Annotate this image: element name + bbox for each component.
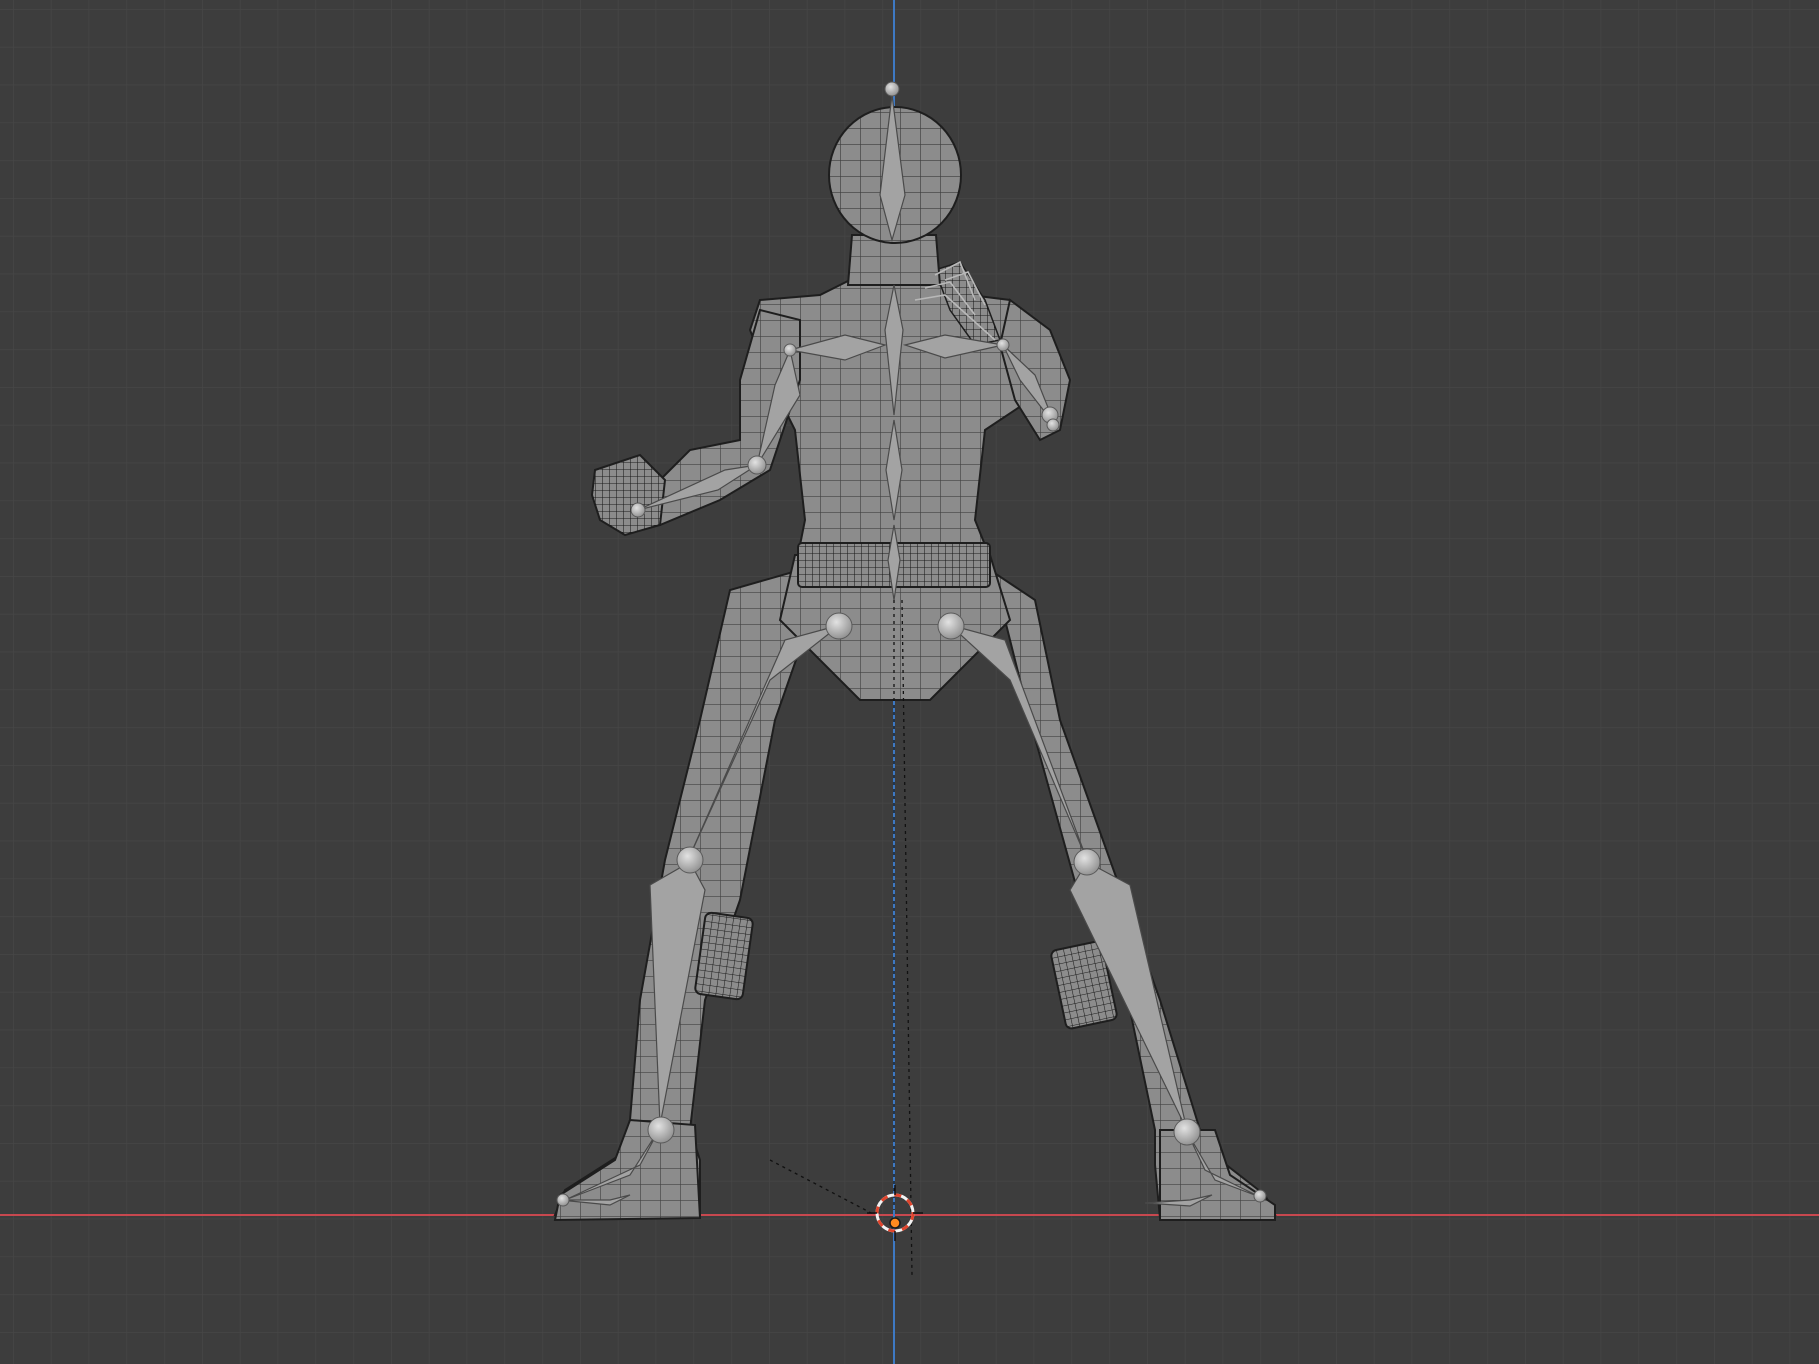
joint-head-tip[interactable]: [884, 81, 900, 97]
origin-dot-icon: [889, 1217, 901, 1229]
joint-shoulder-right[interactable]: [996, 338, 1010, 352]
joint-hip-right[interactable]: [937, 612, 965, 640]
joint-toe-right[interactable]: [1253, 1189, 1267, 1203]
joint-wrist-right[interactable]: [1046, 418, 1060, 432]
joint-elbow-left[interactable]: [747, 455, 767, 475]
joint-wrist-left[interactable]: [630, 502, 646, 518]
3d-viewport[interactable]: [0, 0, 1819, 1364]
joint-ankle-left[interactable]: [647, 1116, 675, 1144]
joint-knee-right[interactable]: [1073, 848, 1101, 876]
joint-ankle-right[interactable]: [1173, 1118, 1201, 1146]
joint-shoulder-left[interactable]: [783, 343, 797, 357]
joint-toe-left[interactable]: [556, 1193, 570, 1207]
joint-hip-left[interactable]: [825, 612, 853, 640]
joint-knee-left[interactable]: [676, 846, 704, 874]
